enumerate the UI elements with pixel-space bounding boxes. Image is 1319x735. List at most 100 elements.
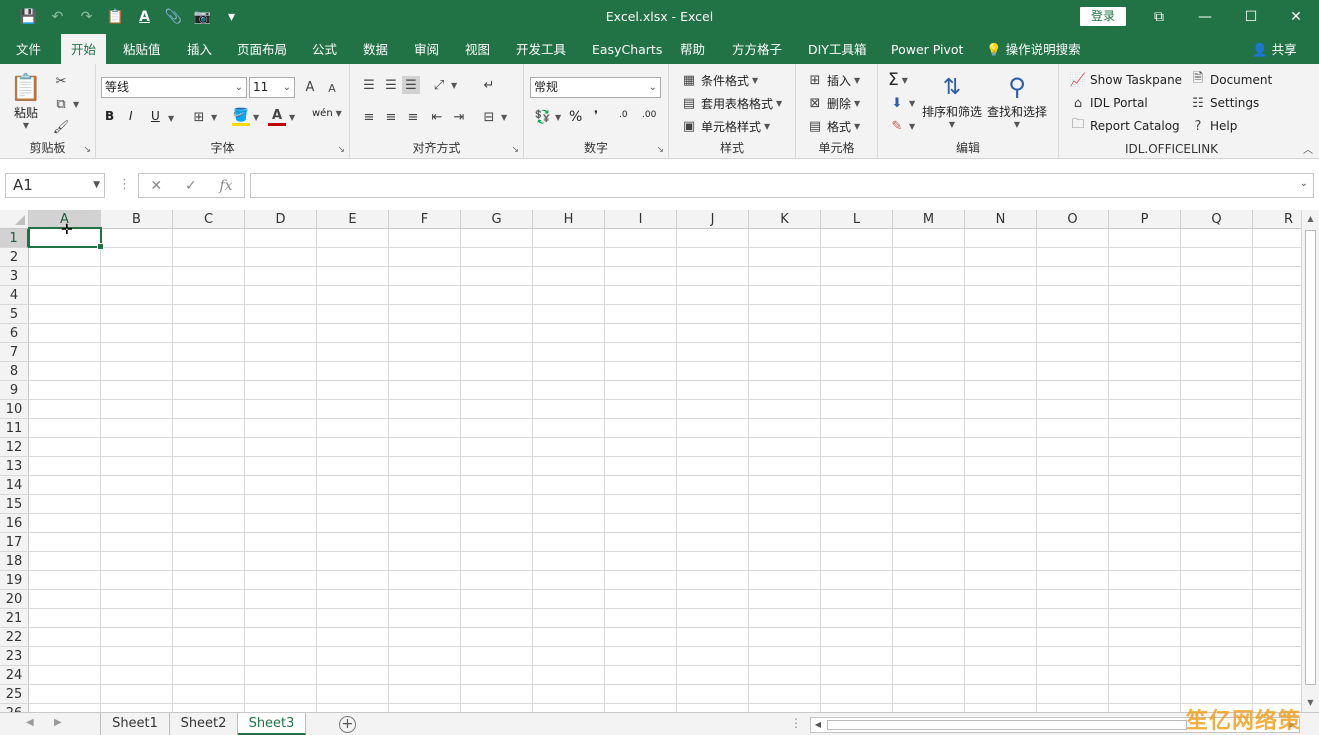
- increase-indent-button[interactable]: ⇥: [450, 108, 468, 126]
- column-header-d[interactable]: D: [245, 210, 317, 229]
- dialog-launcher-icon[interactable]: ↘: [511, 145, 519, 155]
- find-select-button[interactable]: ⚲ 查找和选择 ▼: [987, 71, 1047, 129]
- show-taskpane-button[interactable]: 📈 Show Taskpane: [1069, 71, 1182, 89]
- idl-portal-button[interactable]: ⌂ IDL Portal: [1069, 94, 1148, 112]
- insert-function-icon[interactable]: fx: [220, 178, 233, 194]
- fill-color-button[interactable]: 🪣 ▼: [232, 108, 259, 126]
- row-header-3[interactable]: 3: [0, 267, 29, 286]
- tab-developer[interactable]: 开发工具: [506, 34, 576, 64]
- column-header-k[interactable]: K: [749, 210, 821, 229]
- fill-button[interactable]: ⬇ ▼: [888, 94, 916, 112]
- column-header-e[interactable]: E: [317, 210, 389, 229]
- help-button[interactable]: ? Help: [1189, 117, 1238, 135]
- row-header-2[interactable]: 2: [0, 248, 29, 267]
- tell-me-search[interactable]: 💡 操作说明搜索: [986, 34, 1081, 64]
- tab-fangfang[interactable]: 方方格子: [722, 34, 792, 64]
- column-header-c[interactable]: C: [173, 210, 245, 229]
- align-right-button[interactable]: ≡: [404, 108, 422, 126]
- row-header-5[interactable]: 5: [0, 305, 29, 324]
- phonetic-button[interactable]: wén ▼: [312, 108, 342, 119]
- row-header-26[interactable]: 26: [0, 704, 29, 712]
- format-cells-button[interactable]: ▤ 格式 ▼: [806, 117, 860, 135]
- decrease-decimal-button[interactable]: .00: [642, 110, 656, 120]
- add-sheet-button[interactable]: +: [339, 716, 356, 733]
- middle-align-button[interactable]: ☰: [382, 76, 400, 94]
- row-header-8[interactable]: 8: [0, 362, 29, 381]
- tab-review[interactable]: 审阅: [404, 34, 449, 64]
- row-header-12[interactable]: 12: [0, 438, 29, 457]
- column-header-h[interactable]: H: [533, 210, 605, 229]
- tab-power-pivot[interactable]: Power Pivot: [881, 34, 973, 64]
- document-button[interactable]: 🗎 Document: [1189, 71, 1272, 89]
- format-painter-button[interactable]: 🖌: [52, 118, 70, 136]
- italic-button[interactable]: I: [129, 109, 133, 123]
- cell-styles-button[interactable]: ▣ 单元格样式 ▼: [680, 117, 770, 135]
- tab-paste-value[interactable]: 粘贴值: [113, 34, 171, 64]
- row-header-4[interactable]: 4: [0, 286, 29, 305]
- dialog-launcher-icon[interactable]: ↘: [656, 145, 664, 155]
- align-center-button[interactable]: ≡: [382, 108, 400, 126]
- formula-input[interactable]: ⌄: [250, 173, 1314, 198]
- column-header-m[interactable]: M: [893, 210, 965, 229]
- clear-button[interactable]: ✎ ▼: [888, 117, 916, 135]
- scroll-left-icon[interactable]: ◀: [811, 718, 825, 732]
- dialog-launcher-icon[interactable]: ↘: [83, 145, 91, 155]
- bold-button[interactable]: B: [105, 109, 114, 123]
- row-header-16[interactable]: 16: [0, 514, 29, 533]
- copy-button[interactable]: ⧉ ▼: [52, 95, 79, 113]
- grow-font-button[interactable]: A: [301, 78, 319, 96]
- paste-button[interactable]: 📋 粘贴 ▼: [10, 72, 42, 130]
- column-header-o[interactable]: O: [1037, 210, 1109, 229]
- share-button[interactable]: 👤 共享: [1252, 34, 1297, 64]
- tab-data[interactable]: 数据: [353, 34, 398, 64]
- row-header-10[interactable]: 10: [0, 400, 29, 419]
- row-header-23[interactable]: 23: [0, 647, 29, 666]
- column-header-b[interactable]: B: [101, 210, 173, 229]
- column-header-n[interactable]: N: [965, 210, 1037, 229]
- formula-bar-grip-icon[interactable]: ⋮: [118, 177, 131, 192]
- number-format-select[interactable]: 常规 ⌄: [530, 77, 661, 98]
- row-header-22[interactable]: 22: [0, 628, 29, 647]
- font-size-select[interactable]: 11 ⌄: [249, 77, 295, 98]
- tab-insert[interactable]: 插入: [177, 34, 222, 64]
- orientation-button[interactable]: ⤢ ▼: [430, 76, 457, 94]
- row-header-20[interactable]: 20: [0, 590, 29, 609]
- sheet-tab-sheet2[interactable]: Sheet2: [170, 713, 238, 735]
- bottom-align-button[interactable]: ☰: [402, 76, 420, 94]
- sort-filter-button[interactable]: ⇅ 排序和筛选 ▼: [922, 71, 982, 130]
- align-left-button[interactable]: ≡: [360, 108, 378, 126]
- select-all-button[interactable]: [0, 210, 29, 229]
- tab-page-layout[interactable]: 页面布局: [227, 34, 297, 64]
- row-header-6[interactable]: 6: [0, 324, 29, 343]
- row-header-1[interactable]: 1: [0, 229, 29, 248]
- dialog-launcher-icon[interactable]: ↘: [337, 145, 345, 155]
- top-align-button[interactable]: ☰: [360, 76, 378, 94]
- underline-button[interactable]: U: [151, 109, 160, 123]
- scroll-up-icon[interactable]: ▲: [1302, 212, 1319, 226]
- row-header-15[interactable]: 15: [0, 495, 29, 514]
- row-header-7[interactable]: 7: [0, 343, 29, 362]
- splitter-icon[interactable]: ⋮: [790, 716, 802, 730]
- next-sheet-icon[interactable]: ▶: [54, 717, 62, 728]
- row-header-18[interactable]: 18: [0, 552, 29, 571]
- tab-view[interactable]: 视图: [455, 34, 500, 64]
- row-header-13[interactable]: 13: [0, 457, 29, 476]
- percent-button[interactable]: %: [569, 109, 582, 125]
- row-header-11[interactable]: 11: [0, 419, 29, 438]
- tab-easycharts[interactable]: EasyCharts: [582, 34, 672, 64]
- merge-center-button[interactable]: ⊟ ▼: [480, 108, 508, 126]
- report-catalog-button[interactable]: 🗀 Report Catalog: [1069, 117, 1179, 135]
- borders-button[interactable]: ⊞ ▼: [190, 108, 218, 126]
- row-header-19[interactable]: 19: [0, 571, 29, 590]
- font-name-select[interactable]: 等线 ⌄: [101, 77, 247, 98]
- horizontal-scroll-thumb[interactable]: [827, 720, 1187, 730]
- vertical-scroll-thumb[interactable]: [1305, 230, 1316, 685]
- comma-style-button[interactable]: ❜: [594, 108, 598, 122]
- column-header-l[interactable]: L: [821, 210, 893, 229]
- tab-diy[interactable]: DIY工具箱: [798, 34, 876, 64]
- column-header-q[interactable]: Q: [1181, 210, 1253, 229]
- column-header-f[interactable]: F: [389, 210, 461, 229]
- settings-button[interactable]: ☷ Settings: [1189, 94, 1259, 112]
- column-header-j[interactable]: J: [677, 210, 749, 229]
- autosum-button[interactable]: Σ ▼: [888, 70, 908, 90]
